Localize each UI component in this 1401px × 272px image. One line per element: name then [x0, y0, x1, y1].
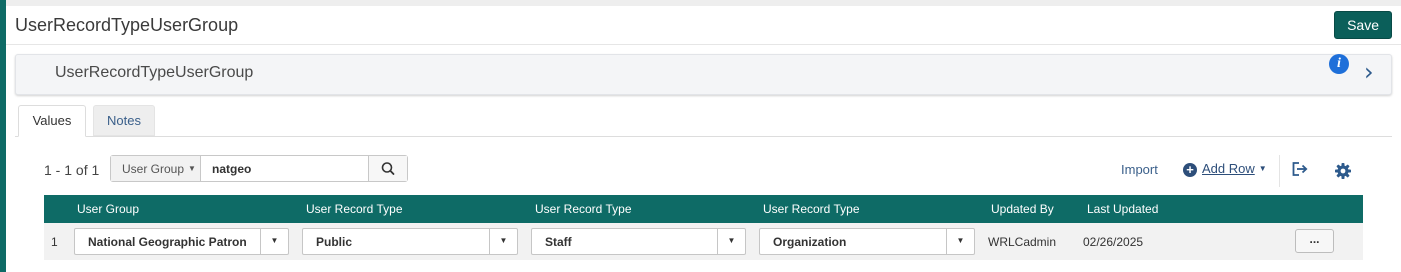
export-icon[interactable] [1291, 161, 1309, 182]
column-header-user-group[interactable]: User Group [77, 202, 139, 216]
search-icon [381, 162, 395, 175]
row-number: 1 [51, 235, 58, 249]
summary-panel[interactable]: UserRecordTypeUserGroup i › [15, 54, 1392, 95]
column-header-last-updated[interactable]: Last Updated [1087, 202, 1158, 216]
user-group-value: National Geographic Patron [88, 235, 247, 249]
info-icon[interactable]: i [1329, 54, 1349, 74]
user-record-type-select[interactable]: Staff ▼ [531, 228, 746, 255]
caret-down-icon[interactable]: ▼ [260, 229, 288, 254]
import-link[interactable]: Import [1121, 162, 1158, 177]
updated-by-value: WRLCadmin [988, 235, 1057, 249]
page-header: UserRecordTypeUserGroup Save [6, 6, 1401, 45]
user-record-type-value: Staff [545, 235, 572, 249]
add-row-label: Add Row [1202, 161, 1255, 176]
search-input[interactable] [202, 156, 369, 181]
user-group-select[interactable]: National Geographic Patron ▼ [74, 228, 289, 255]
row-actions-button[interactable]: ... [1295, 229, 1334, 253]
toolbar-divider [1279, 155, 1280, 187]
user-record-type-select[interactable]: Public ▼ [302, 228, 518, 255]
result-count: 1 - 1 of 1 [44, 162, 100, 178]
tab-notes[interactable]: Notes [93, 105, 155, 136]
caret-down-icon[interactable]: ▼ [489, 229, 517, 254]
caret-down-icon: ▼ [188, 164, 196, 173]
page-title: UserRecordTypeUserGroup [15, 15, 239, 35]
last-updated-value: 02/26/2025 [1083, 235, 1144, 249]
add-row-button[interactable]: + Add Row ▼ [1183, 161, 1267, 177]
table-header: User Group User Record Type User Record … [44, 195, 1363, 223]
caret-down-icon: ▼ [1258, 164, 1267, 173]
column-header-user-record-type[interactable]: User Record Type [535, 202, 632, 216]
panel-title: UserRecordTypeUserGroup [55, 64, 254, 81]
column-header-updated-by[interactable]: Updated By [991, 202, 1054, 216]
column-header-user-record-type[interactable]: User Record Type [306, 202, 403, 216]
search-filter-label: User Group [122, 162, 185, 176]
gear-icon[interactable] [1334, 162, 1352, 183]
chevron-right-icon[interactable]: › [1364, 60, 1374, 84]
plus-circle-icon: + [1183, 163, 1197, 177]
tabs-divider [15, 136, 1392, 137]
tab-values[interactable]: Values [18, 105, 86, 137]
search-box: User Group ▼ [110, 155, 408, 182]
caret-down-icon[interactable]: ▼ [717, 229, 745, 254]
user-record-type-value: Public [316, 235, 353, 249]
save-button[interactable]: Save [1334, 11, 1392, 39]
table-row: 1 National Geographic Patron ▼ Public ▼ … [44, 223, 1363, 260]
search-button[interactable] [368, 156, 407, 181]
caret-down-icon[interactable]: ▼ [946, 229, 974, 254]
user-record-type-select[interactable]: Organization ▼ [759, 228, 975, 255]
user-record-type-value: Organization [773, 235, 847, 249]
search-filter-dropdown[interactable]: User Group ▼ [111, 156, 201, 181]
column-header-user-record-type[interactable]: User Record Type [763, 202, 860, 216]
